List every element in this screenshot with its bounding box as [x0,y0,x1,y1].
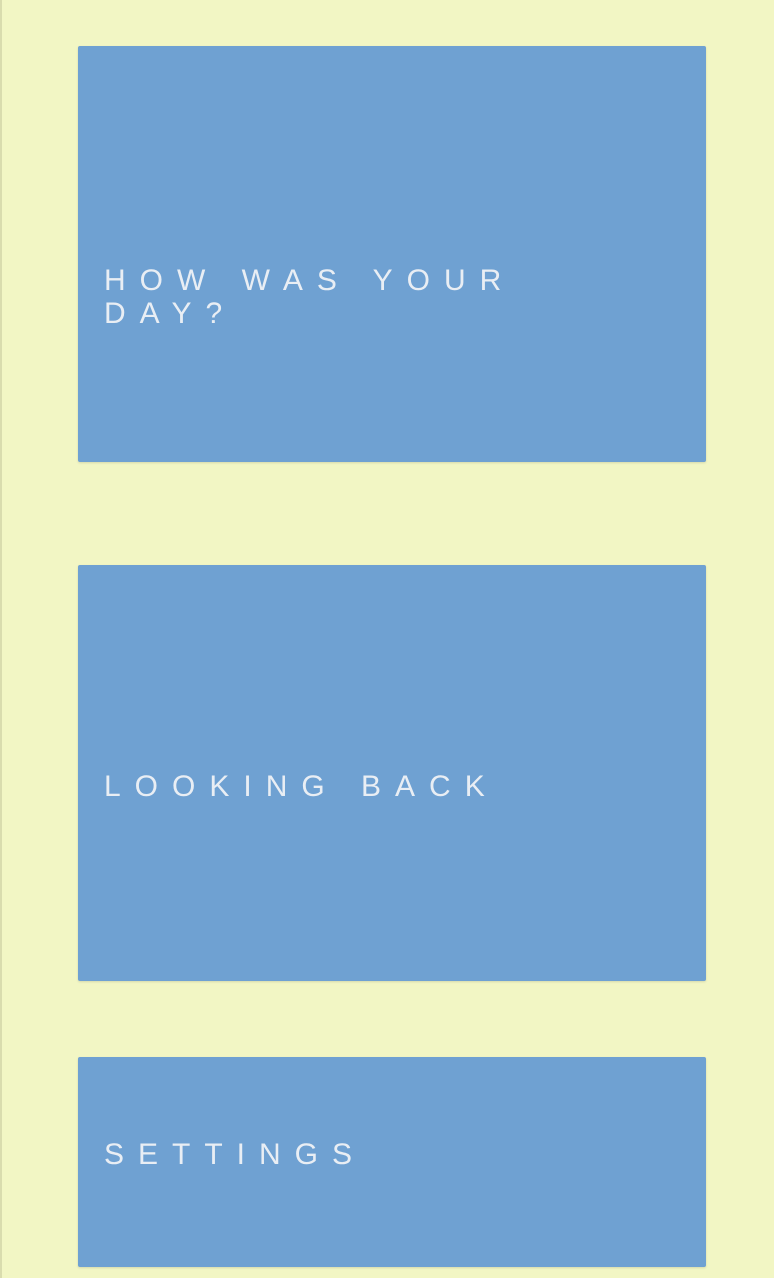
how-was-your-day-button[interactable]: HOW WAS YOUR DAY? [78,46,706,462]
looking-back-button[interactable]: LOOKING BACK [78,565,706,981]
how-was-your-day-label: HOW WAS YOUR DAY? [104,264,516,330]
settings-button[interactable]: SETTINGS [78,1057,706,1267]
screen-left-edge [0,0,2,1278]
looking-back-label: LOOKING BACK [104,770,499,803]
settings-label: SETTINGS [104,1138,367,1171]
